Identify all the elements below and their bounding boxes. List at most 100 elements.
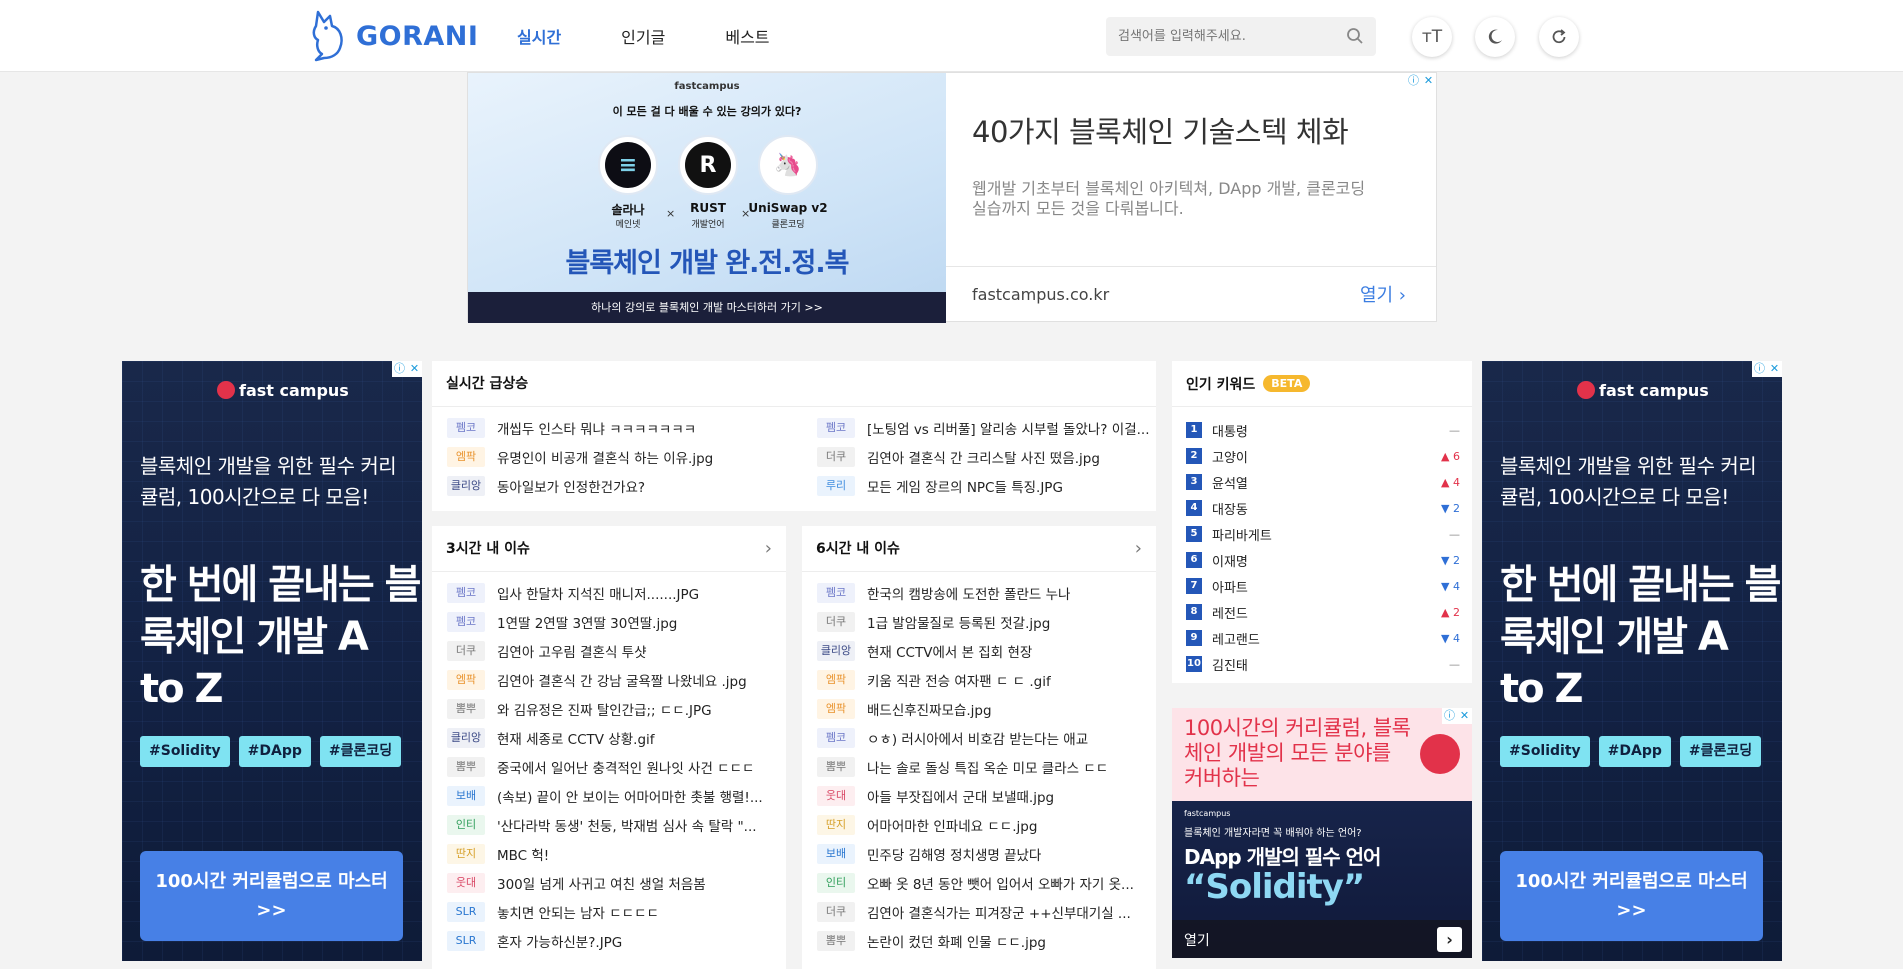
keyword-item[interactable]: 3 윤석열 ▲ 4 (1172, 469, 1472, 495)
ad-cta-button[interactable]: 100시간 커리큘럼으로 마스터 >> (140, 851, 403, 941)
list-item[interactable]: 인티 '산다라박 동생' 천둥, 박재범 심사 속 탈락 "... (432, 810, 786, 839)
keyword-item[interactable]: 5 파리바게트 — (1172, 521, 1472, 547)
ad-choices[interactable]: ⓘ ✕ (1442, 708, 1472, 724)
keyword-item[interactable]: 9 레고랜드 ▼ 4 (1172, 625, 1472, 651)
source-badge: 더쿠 (817, 446, 855, 467)
keyword-item[interactable]: 7 아파트 ▼ 4 (1172, 573, 1472, 599)
refresh-button[interactable] (1539, 17, 1579, 57)
list-item[interactable]: 뽐뿌 논란이 컸던 화폐 인물 ㄷㄷ.jpg (802, 926, 1156, 955)
list-item[interactable]: 뽐뿌 중국에서 일어난 충격적인 원나잇 사건 ㄷㄷㄷ (432, 752, 786, 781)
close-icon[interactable]: ✕ (1457, 708, 1472, 724)
list-item[interactable]: 펨코 1연딸 2연딸 3연딸 30연딸.jpg (432, 607, 786, 636)
keyword-item[interactable]: 2 고양이 ▲ 6 (1172, 443, 1472, 469)
ad-url[interactable]: fastcampus.co.kr (972, 285, 1109, 304)
source-badge: 펨코 (817, 582, 855, 603)
chevron-right-icon[interactable]: › (765, 526, 772, 572)
ad-choices[interactable]: ⓘ ✕ (392, 361, 422, 377)
top-banner-ad[interactable]: fastcampus 이 모든 걸 다 배울 수 있는 강의가 있다? ≡ R … (467, 72, 1437, 323)
post-title: 오빠 옷 8년 동안 뺏어 입어서 오빠가 자기 옷... (867, 876, 1134, 893)
list-item[interactable]: 루리 모든 게임 장르의 NPC들 특징.JPG (802, 471, 1156, 500)
small-ad[interactable]: 100시간의 커리큘럼, 블록체인 개발의 모든 분야를 커버하는 fastca… (1172, 708, 1472, 958)
ad-cta-button[interactable]: 100시간 커리큘럼으로 마스터 >> (1500, 851, 1763, 941)
ad-open-label[interactable]: 열기 (1184, 930, 1210, 950)
left-side-ad[interactable]: fast campus 블록체인 개발을 위한 필수 커리큘럼, 100시간으로… (122, 361, 422, 961)
list-item[interactable]: 웃대 300일 넘게 사귀고 여친 생얼 처음봄 (432, 868, 786, 897)
keyword-text: 레고랜드 (1212, 632, 1260, 648)
list-item[interactable]: 보배 민주당 김해영 정치생명 끝났다 (802, 839, 1156, 868)
source-badge: 엠팍 (447, 446, 485, 467)
keyword-item[interactable]: 8 레전드 ▲ 2 (1172, 599, 1472, 625)
post-title: 유명인이 비공개 결혼식 하는 이유.jpg (497, 450, 714, 467)
keyword-item[interactable]: 1 대통령 — (1172, 417, 1472, 443)
source-badge: 뽐뿌 (817, 756, 855, 777)
right-side-ad[interactable]: fast campus 블록체인 개발을 위한 필수 커리큘럼, 100시간으로… (1482, 361, 1782, 961)
list-item[interactable]: 인티 오빠 옷 8년 동안 뺏어 입어서 오빠가 자기 옷... (802, 868, 1156, 897)
list-item[interactable]: 펨코 ㅇㅎ) 러시아에서 비호감 받는다는 애교 (802, 723, 1156, 752)
list-item[interactable]: 펨코 [노팅엄 vs 리버풀] 알리송 시부럴 돌았나? 이걸... (802, 413, 1156, 442)
chevron-right-icon[interactable]: › (1437, 927, 1462, 952)
list-item[interactable]: 엠팍 키움 직관 전승 여자팬 ㄷ ㄷ .gif (802, 665, 1156, 694)
list-item[interactable]: 더쿠 김연아 결혼식 간 크리스탈 사진 떴음.jpg (802, 442, 1156, 471)
source-badge: 펨코 (447, 417, 485, 438)
six-hour-card: 6시간 내 이슈 › 펨코 한국의 캠방송에 도전한 폴란드 누나더쿠 1급 발암물질… (802, 526, 1156, 969)
keyword-rank: 1 (1186, 422, 1202, 438)
info-icon[interactable]: ⓘ (1442, 708, 1457, 724)
close-icon[interactable]: ✕ (407, 361, 422, 377)
close-icon[interactable]: ✕ (1767, 361, 1782, 377)
search-input[interactable] (1118, 17, 1338, 56)
info-icon[interactable]: ⓘ (1406, 73, 1421, 89)
ad-title[interactable]: 40가지 블록체인 기술스텍 체화 (972, 109, 1349, 151)
nav-best[interactable]: 베스트 (725, 24, 769, 48)
ad-image[interactable]: fastcampus 이 모든 걸 다 배울 수 있는 강의가 있다? ≡ R … (468, 73, 946, 323)
nav-realtime[interactable]: 실시간 (517, 24, 561, 48)
list-item[interactable]: 펨코 한국의 캠방송에 도전한 폴란드 누나 (802, 578, 1156, 607)
chevron-right-icon[interactable]: › (1135, 526, 1142, 572)
ad-choices[interactable]: ⓘ ✕ (1406, 73, 1436, 89)
ad-choices[interactable]: ⓘ ✕ (1752, 361, 1782, 377)
list-item[interactable]: 딴지 어마어마한 인파네요 ㄷㄷ.jpg (802, 810, 1156, 839)
list-item[interactable]: 웃대 아들 부잣집에서 군대 보낼때.jpg (802, 781, 1156, 810)
list-item[interactable]: 더쿠 김연아 결혼식가는 피겨장군 ++신부대기실 ... (802, 897, 1156, 926)
source-badge: 펨코 (447, 611, 485, 632)
post-title: 한국의 캠방송에 도전한 폴란드 누나 (867, 586, 1071, 603)
list-item[interactable]: 보배 (속보) 끝이 안 보이는 어마어마한 촛불 행렬!... (432, 781, 786, 810)
keyword-item[interactable]: 10 김진태 — (1172, 651, 1472, 677)
list-item[interactable]: 더쿠 1급 발암물질로 등록된 젓갈.jpg (802, 607, 1156, 636)
list-item[interactable]: 딴지 MBC 헉! (432, 839, 786, 868)
list-item[interactable]: SLR 혼자 가능하신분?.JPG (432, 926, 786, 955)
close-icon[interactable]: ✕ (1421, 73, 1436, 89)
list-item[interactable]: 뽐뿌 와 김유정은 진짜 탈인간급;; ㄷㄷ.JPG (432, 694, 786, 723)
list-item[interactable]: 펨코 입사 한달차 지석진 매니저.......JPG (432, 578, 786, 607)
card-header[interactable]: 6시간 내 이슈 › (802, 526, 1156, 572)
keyword-text: 윤석열 (1212, 476, 1248, 492)
post-title: '산다라박 동생' 천둥, 박재범 심사 속 탈락 "... (497, 818, 757, 835)
list-item[interactable]: 펨코 개씹두 인스타 뭐냐 ㅋㅋㅋㅋㅋㅋㅋ (432, 413, 802, 442)
list-item[interactable]: 클리앙 현재 CCTV에서 본 집회 현장 (802, 636, 1156, 665)
logo[interactable]: GORANI (310, 8, 478, 64)
ad-bar[interactable]: 하나의 강의로 블록체인 개발 마스터하러 가기 >> (468, 292, 946, 323)
post-title: 민주당 김해영 정치생명 끝났다 (867, 847, 1042, 864)
list-item[interactable]: SLR 놓치면 안되는 남자 ㄷㄷㄷㄷ (432, 897, 786, 926)
list-item[interactable]: 엠팍 김연아 결혼식 간 강남 굴욕짤 나왔네요 .jpg (432, 665, 786, 694)
list-item[interactable]: 더쿠 김연아 고우림 결혼식 투샷 (432, 636, 786, 665)
list-item[interactable]: 엠팍 유명인이 비공개 결혼식 하는 이유.jpg (432, 442, 802, 471)
list-item[interactable]: 클리앙 현재 세종로 CCTV 상황.gif (432, 723, 786, 752)
keyword-item[interactable]: 6 이재명 ▼ 2 (1172, 547, 1472, 573)
search-icon[interactable] (1346, 27, 1364, 45)
list-item[interactable]: 뽐뿌 나는 솔로 돌싱 특집 옥순 미모 클라스 ㄷㄷ (802, 752, 1156, 781)
ad-footer[interactable]: 열기 › (1172, 920, 1472, 958)
info-icon[interactable]: ⓘ (1752, 361, 1767, 377)
ad-tag: #DApp (238, 736, 311, 767)
keyword-trend: ▲ 6 (1441, 449, 1460, 463)
ad-open-link[interactable]: 열기 › (1360, 281, 1406, 307)
keyword-item[interactable]: 4 대장동 ▼ 2 (1172, 495, 1472, 521)
card-header[interactable]: 3시간 내 이슈 › (432, 526, 786, 572)
list-item[interactable]: 엠팍 배드신후진짜모습.jpg (802, 694, 1156, 723)
nav-popular[interactable]: 인기글 (621, 24, 665, 48)
dark-mode-button[interactable] (1475, 17, 1515, 57)
ad-description: 웹개발 기초부터 블록체인 아키텍쳐, DApp 개발, 클론코딩 실습까지 모… (972, 179, 1366, 218)
info-icon[interactable]: ⓘ (392, 361, 407, 377)
post-title: 놓치면 안되는 남자 ㄷㄷㄷㄷ (497, 905, 659, 922)
font-size-button[interactable]: тT (1412, 17, 1452, 57)
list-item[interactable]: 클리앙 동아일보가 인정한건가요? (432, 471, 802, 500)
